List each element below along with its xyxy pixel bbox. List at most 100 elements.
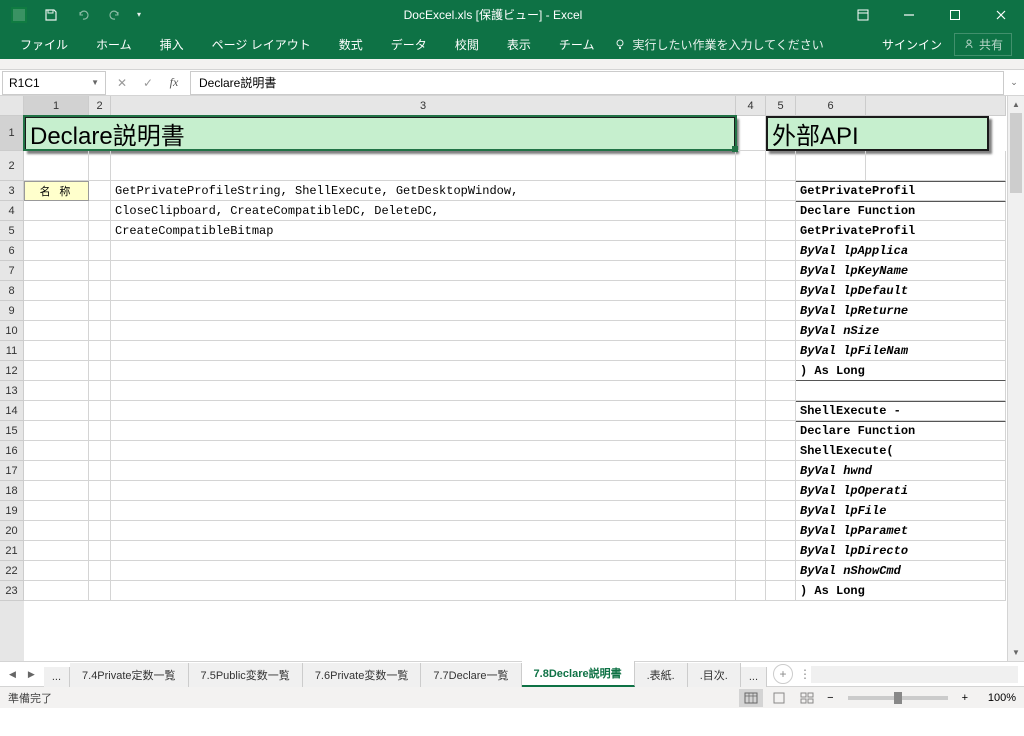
cell[interactable] <box>89 441 111 461</box>
tab-menu-icon[interactable]: ⋮ <box>799 667 805 681</box>
page-layout-view-button[interactable] <box>767 689 791 707</box>
cell[interactable] <box>766 401 796 421</box>
cell[interactable] <box>89 361 111 381</box>
cell[interactable] <box>736 341 766 361</box>
cancel-formula-button[interactable]: ✕ <box>110 71 134 95</box>
row-header[interactable]: 8 <box>0 281 24 301</box>
cell[interactable]: ByVal lpParamet <box>796 521 1006 541</box>
cell[interactable] <box>24 441 89 461</box>
cell[interactable] <box>89 201 111 221</box>
cell[interactable] <box>766 541 796 561</box>
row-header[interactable]: 6 <box>0 241 24 261</box>
save-button[interactable] <box>36 0 66 29</box>
sheet-tab[interactable]: .表紙. <box>635 663 688 687</box>
cell[interactable] <box>89 241 111 261</box>
cell[interactable] <box>736 381 766 401</box>
row-header[interactable]: 20 <box>0 521 24 541</box>
tab-file[interactable]: ファイル <box>6 29 82 59</box>
row-header[interactable]: 21 <box>0 541 24 561</box>
row-header[interactable]: 13 <box>0 381 24 401</box>
column-header[interactable]: 2 <box>89 96 111 116</box>
cell[interactable] <box>766 381 796 401</box>
cell[interactable]: ShellExecute( <box>796 441 1006 461</box>
tab-view[interactable]: 表示 <box>493 29 545 59</box>
cell[interactable] <box>89 381 111 401</box>
cell[interactable] <box>24 261 89 281</box>
cell[interactable] <box>24 241 89 261</box>
cell[interactable] <box>736 261 766 281</box>
horizontal-scrollbar[interactable] <box>811 666 1018 683</box>
cell[interactable] <box>24 221 89 241</box>
cell[interactable] <box>766 261 796 281</box>
cell[interactable] <box>24 151 89 181</box>
cell[interactable] <box>89 221 111 241</box>
vertical-scrollbar[interactable]: ▲ ▼ <box>1007 96 1024 661</box>
scroll-up-button[interactable]: ▲ <box>1008 96 1024 113</box>
name-box[interactable]: R1C1 ▼ <box>2 71 106 95</box>
formula-input[interactable]: Declare説明書 <box>190 71 1004 95</box>
cell[interactable]: ) As Long <box>796 361 1006 381</box>
cell[interactable] <box>736 421 766 441</box>
cell[interactable] <box>766 481 796 501</box>
cell[interactable] <box>111 261 736 281</box>
cell[interactable] <box>766 221 796 241</box>
tab-home[interactable]: ホーム <box>82 29 146 59</box>
cell[interactable] <box>89 541 111 561</box>
cell[interactable] <box>766 281 796 301</box>
cell[interactable] <box>736 241 766 261</box>
cell[interactable] <box>111 501 736 521</box>
zoom-slider[interactable] <box>848 696 948 700</box>
cell[interactable]: ByVal lpFileNam <box>796 341 1006 361</box>
cell[interactable] <box>89 151 111 181</box>
column-header[interactable] <box>866 96 1006 116</box>
cell[interactable] <box>24 461 89 481</box>
cell[interactable] <box>89 501 111 521</box>
qat-customize-icon[interactable]: ▾ <box>132 0 146 29</box>
cell[interactable] <box>736 481 766 501</box>
row-header[interactable]: 4 <box>0 201 24 221</box>
enter-formula-button[interactable]: ✓ <box>136 71 160 95</box>
sheet-tab[interactable]: 7.5Public変数一覧 <box>189 663 303 687</box>
column-header[interactable]: 3 <box>111 96 736 116</box>
cell[interactable] <box>766 181 796 201</box>
cell[interactable] <box>89 341 111 361</box>
cell[interactable] <box>24 301 89 321</box>
cell[interactable] <box>24 201 89 221</box>
cell[interactable] <box>736 321 766 341</box>
cell[interactable] <box>111 321 736 341</box>
cell[interactable] <box>766 341 796 361</box>
cell[interactable] <box>89 181 111 201</box>
cell[interactable] <box>24 481 89 501</box>
share-button[interactable]: 共有 <box>954 33 1012 56</box>
cell[interactable] <box>736 521 766 541</box>
cell[interactable] <box>736 281 766 301</box>
insert-function-button[interactable]: fx <box>162 71 186 95</box>
cell[interactable] <box>736 561 766 581</box>
scrollbar-track[interactable] <box>1008 113 1024 644</box>
cell[interactable]: ByVal lpDirecto <box>796 541 1006 561</box>
cell[interactable] <box>736 501 766 521</box>
cell[interactable] <box>24 361 89 381</box>
ribbon-display-options-button[interactable] <box>840 0 886 29</box>
cell[interactable] <box>111 521 736 541</box>
cell[interactable] <box>736 301 766 321</box>
cell[interactable]: CreateCompatibleBitmap <box>111 221 736 241</box>
row-header[interactable]: 9 <box>0 301 24 321</box>
tab-nav-next-button[interactable]: ▶ <box>25 669 38 680</box>
cell[interactable] <box>766 421 796 441</box>
cell[interactable] <box>736 581 766 601</box>
cell[interactable]: ByVal lpFile <box>796 501 1006 521</box>
cell[interactable] <box>24 521 89 541</box>
cells-grid[interactable]: Declare説明書 外部API 名 称 GetPrivateProf <box>24 116 1007 661</box>
cell[interactable] <box>766 461 796 481</box>
column-header[interactable]: 1 <box>24 96 89 116</box>
expand-formula-bar-button[interactable]: ⌄ <box>1004 77 1024 88</box>
cell[interactable] <box>736 401 766 421</box>
cell[interactable] <box>736 201 766 221</box>
cell[interactable] <box>24 341 89 361</box>
row-header[interactable]: 10 <box>0 321 24 341</box>
cell[interactable] <box>89 301 111 321</box>
cell[interactable]: CloseClipboard, CreateCompatibleDC, Dele… <box>111 201 736 221</box>
cell[interactable]: Declare Function <box>796 421 1006 441</box>
maximize-button[interactable] <box>932 0 978 29</box>
